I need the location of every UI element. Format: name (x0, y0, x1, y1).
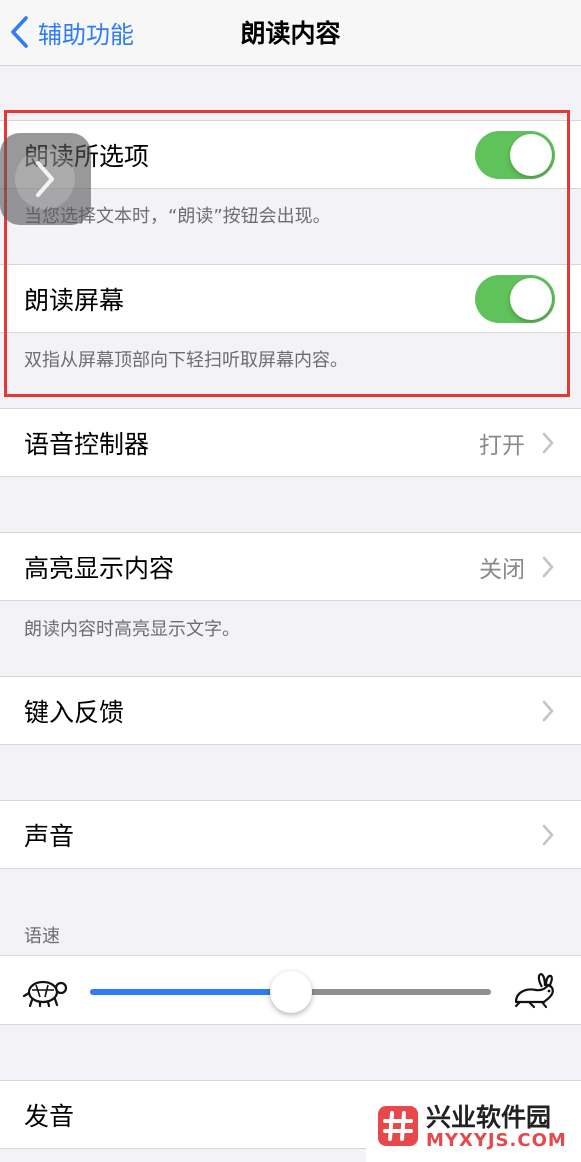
highlight-content-label: 高亮显示内容 (24, 553, 175, 583)
slider-thumb[interactable] (269, 971, 312, 1013)
typing-feedback-label: 键入反馈 (24, 697, 125, 727)
page-title: 朗读内容 (240, 19, 341, 48)
toggle-knob (510, 133, 552, 176)
chevron-right-icon (541, 824, 555, 846)
voices-label: 声音 (24, 821, 75, 851)
speaking-rate-row (0, 955, 581, 1025)
highlight-content-value: 关闭 (479, 556, 525, 583)
watermark: 兴业软件园 MYXYJS.COM (366, 1092, 581, 1162)
typing-feedback-row[interactable]: 键入反馈 (0, 676, 581, 745)
toggle-knob (510, 277, 552, 320)
pronunciations-label: 发音 (24, 1101, 75, 1131)
highlight-content-row[interactable]: 高亮显示内容 关闭 (0, 532, 581, 601)
speak-screen-footer: 双指从屏幕顶部向下轻扫听取屏幕内容。 (24, 350, 348, 371)
hash-logo-icon (378, 1106, 418, 1146)
rabbit-icon (514, 972, 554, 1009)
highlight-content-footer: 朗读内容时高亮显示文字。 (24, 619, 240, 640)
slider-fill (90, 989, 291, 995)
speaking-rate-slider[interactable] (90, 971, 491, 1013)
speech-controller-row[interactable]: 语音控制器 打开 (0, 408, 581, 477)
speech-controller-value: 打开 (479, 432, 525, 459)
speak-screen-label: 朗读屏幕 (24, 285, 125, 315)
chevron-right-icon (541, 432, 555, 454)
speak-screen-toggle[interactable] (475, 274, 555, 323)
speak-screen-row: 朗读屏幕 (0, 264, 581, 333)
chevron-right-icon (15, 149, 75, 209)
chevron-right-icon (541, 700, 555, 722)
speaking-rate-header: 语速 (24, 926, 60, 947)
chevron-right-icon (541, 556, 555, 578)
watermark-url: MYXYJS.COM (426, 1130, 567, 1151)
assistive-touch-button[interactable] (0, 133, 91, 225)
speech-controller-label: 语音控制器 (24, 429, 150, 459)
speak-selection-toggle[interactable] (475, 130, 555, 179)
voices-row[interactable]: 声音 (0, 800, 581, 869)
turtle-icon (22, 980, 68, 1008)
watermark-title: 兴业软件园 (426, 1103, 552, 1132)
navigation-bar: 辅助功能 朗读内容 (0, 0, 581, 66)
